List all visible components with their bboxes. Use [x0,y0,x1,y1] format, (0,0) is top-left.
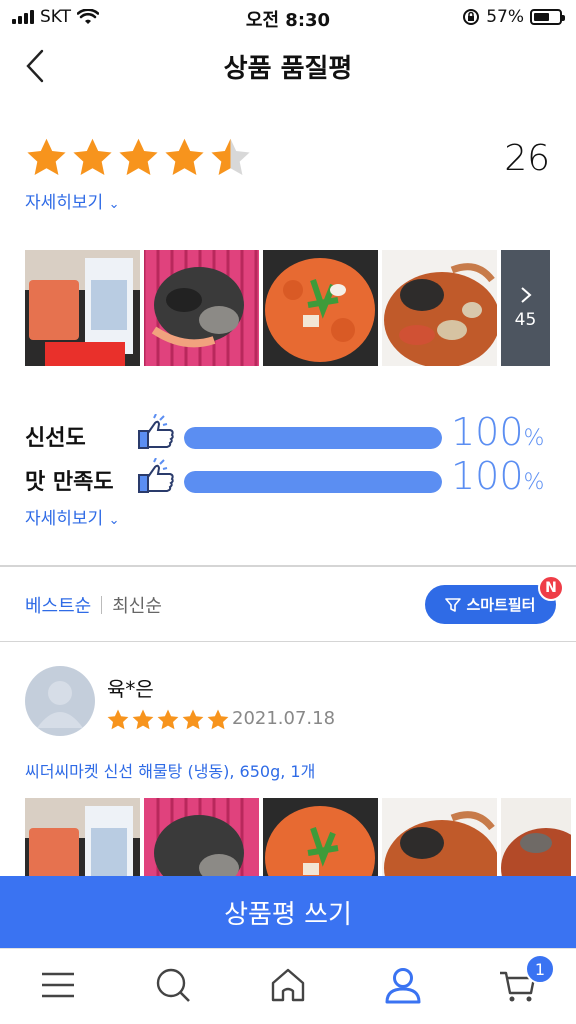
review-photo[interactable] [25,250,140,366]
satisfaction-taste: 맛 만족도 100% [25,454,555,498]
avatar [25,666,95,736]
battery-percent: 57% [486,7,524,27]
star-icon [73,138,112,176]
cart-count-badge: 1 [525,954,555,984]
review-count: 26 [504,138,550,179]
reviewer-name: 육*은 [107,677,154,701]
chevron-right-icon [520,287,532,303]
sort-latest[interactable]: 최신순 [112,592,162,618]
write-review-button[interactable]: 상품평 쓰기 [0,876,576,948]
chevron-down-icon: ⌄ [108,513,120,528]
satisfaction-percent: 100% [451,410,545,454]
satisfaction-bar [184,427,442,449]
chevron-down-icon: ⌄ [108,197,120,212]
star-icon [27,138,66,176]
satisfaction-label: 맛 만족도 [25,470,114,495]
satisfaction-freshness: 신선도 100% [25,410,555,454]
satisfaction-bar-fill [184,471,442,493]
review-date: 2021.07.18 [232,708,336,729]
review-photo[interactable] [382,250,497,366]
detail-link[interactable]: 자세히보기 ⌄ [25,188,120,213]
review-product-option: 씨더씨마켓 신선 해물탕 (냉동), 650g, 1개 [25,762,316,781]
status-bar: SKT 오전 8:30 57% [0,0,576,34]
thumbs-up-icon [138,458,174,493]
tab-bar [0,948,576,1024]
page-title: 상품 품질평 [223,54,353,84]
photo-strip: 45 [25,250,550,366]
header: 상품 품질평 [0,34,576,98]
star-icon [207,709,229,730]
star-icon [165,138,204,176]
rotation-lock-icon [463,9,480,25]
review-photo[interactable] [263,250,378,366]
divider [0,641,576,642]
smart-filter-button[interactable]: 스마트필터 [425,585,556,624]
star-icon [182,709,204,730]
more-photos-count: 45 [514,310,537,330]
home-icon[interactable] [268,965,308,1005]
detail-link[interactable]: 자세히보기 ⌄ [25,504,120,529]
satisfaction-bar-fill [184,427,442,449]
menu-icon[interactable] [38,965,78,1005]
divider [0,565,576,567]
satisfaction-bar [184,471,442,493]
thumbs-up-icon [138,414,174,449]
star-icon [107,709,129,730]
sort-separator [101,596,103,614]
more-photos-button[interactable]: 45 [501,250,550,366]
sort-options: 베스트순 최신순 [25,592,162,618]
review-photo[interactable] [144,250,259,366]
search-icon[interactable] [153,965,193,1005]
satisfaction-label: 신선도 [25,426,86,451]
sort-best[interactable]: 베스트순 [25,592,91,618]
half-star-icon [211,138,250,176]
user-icon[interactable] [383,965,423,1005]
satisfaction-percent: 100% [451,454,545,498]
filter-icon [445,597,462,612]
star-icon [119,138,158,176]
star-icon [157,709,179,730]
battery-icon [530,9,565,25]
new-badge: N [538,575,564,601]
star-icon [132,709,154,730]
rating-stars [24,136,253,180]
review-rating-stars [106,708,230,732]
